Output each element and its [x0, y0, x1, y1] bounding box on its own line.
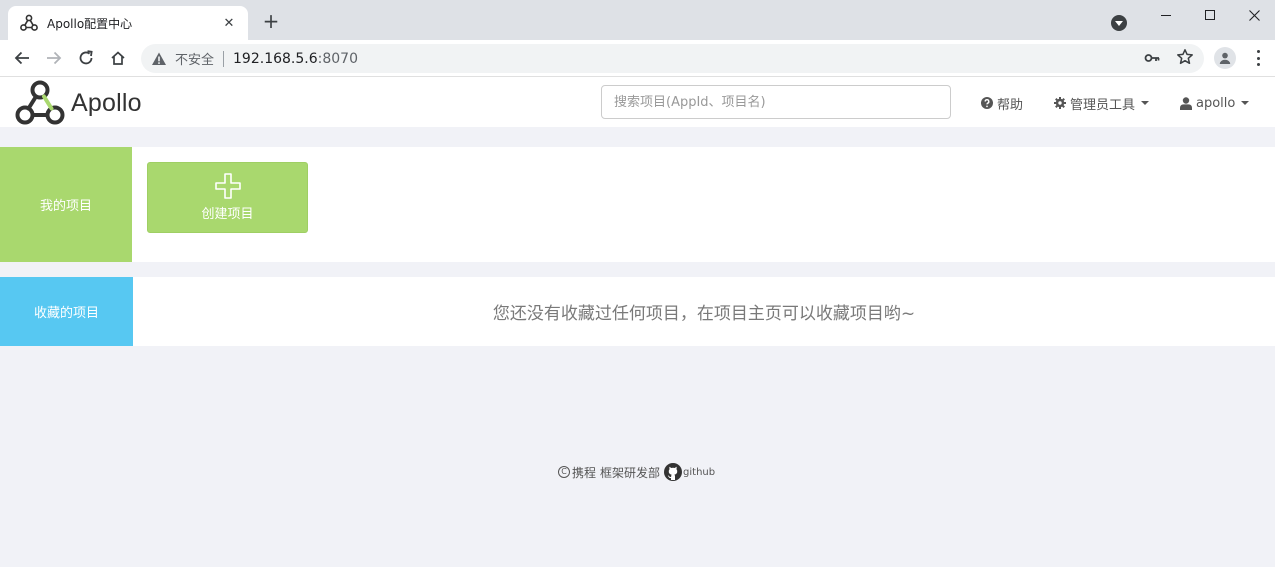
my-projects-section: 我的项目 创建项目 [0, 147, 1275, 262]
apollo-favicon-icon [20, 14, 38, 32]
browser-toolbar: 不安全 192.168.5.6:8070 [0, 40, 1275, 77]
bookmark-star-icon[interactable] [1176, 48, 1194, 70]
tab-title: Apollo配置中心 [47, 16, 133, 31]
apollo-logo[interactable]: Apollo [15, 80, 142, 126]
url-host: 192.168.5.6 [233, 50, 318, 67]
github-icon [664, 463, 683, 481]
logo-text: Apollo [71, 88, 142, 117]
help-link[interactable]: 帮助 [981, 94, 1024, 113]
footer-company: 携程 [572, 465, 597, 480]
profile-avatar-icon[interactable] [1214, 47, 1236, 69]
project-search-input[interactable] [601, 85, 951, 119]
home-icon[interactable] [106, 46, 130, 70]
apollo-logo-icon [15, 80, 65, 125]
address-bar[interactable]: 不安全 192.168.5.6:8070 [141, 44, 1204, 73]
favorite-projects-label: 收藏的项目 [0, 277, 133, 346]
browser-menu-icon[interactable] [1250, 48, 1266, 68]
footer-department: 框架研发部 [600, 465, 661, 480]
tab-search-icon[interactable] [1111, 15, 1127, 31]
window-minimize-button[interactable] [1143, 0, 1189, 30]
browser-tab[interactable]: Apollo配置中心 ✕ [8, 6, 248, 40]
plus-icon [214, 173, 241, 199]
copyright-icon: C [558, 466, 570, 478]
forward-arrow-icon[interactable] [42, 46, 66, 70]
footer: C 携程 框架研发部 github [558, 462, 715, 482]
browser-tab-bar: Apollo配置中心 ✕ + [0, 0, 1275, 40]
admin-tools-dropdown[interactable]: 管理员工具 [1054, 94, 1150, 113]
caret-down-icon [1141, 101, 1150, 105]
back-arrow-icon[interactable] [10, 46, 34, 70]
window-maximize-button[interactable] [1187, 0, 1233, 30]
create-project-button[interactable]: 创建项目 [147, 162, 308, 233]
key-icon[interactable] [1144, 50, 1160, 70]
github-link[interactable]: github [664, 463, 715, 481]
security-label: 不安全 [175, 53, 215, 68]
user-dropdown[interactable]: apollo [1180, 94, 1250, 112]
create-project-label: 创建项目 [201, 207, 254, 222]
github-label: github [683, 466, 716, 478]
favorite-projects-section: 收藏的项目 您还没有收藏过任何项目，在项目主页可以收藏项目哟~ [0, 277, 1275, 346]
tab-close-icon[interactable]: ✕ [220, 16, 238, 31]
user-name: apollo [1196, 95, 1236, 111]
new-tab-icon[interactable]: + [260, 10, 282, 32]
my-projects-label: 我的项目 [0, 147, 132, 262]
user-icon [1180, 96, 1192, 110]
admin-tools-label: 管理员工具 [1070, 97, 1136, 113]
favorites-empty-message: 您还没有收藏过任何项目，在项目主页可以收藏项目哟~ [492, 304, 916, 324]
caret-down-icon [1241, 101, 1250, 105]
address-divider [223, 50, 225, 67]
help-label: 帮助 [997, 97, 1024, 113]
question-circle-icon [981, 97, 993, 109]
warning-icon[interactable] [151, 51, 167, 67]
app-header: Apollo 帮助 管理员工具 apollo [0, 77, 1275, 127]
url-port: :8070 [317, 50, 358, 67]
window-close-button[interactable] [1231, 0, 1275, 30]
gear-icon [1054, 97, 1066, 109]
reload-icon[interactable] [74, 46, 98, 70]
